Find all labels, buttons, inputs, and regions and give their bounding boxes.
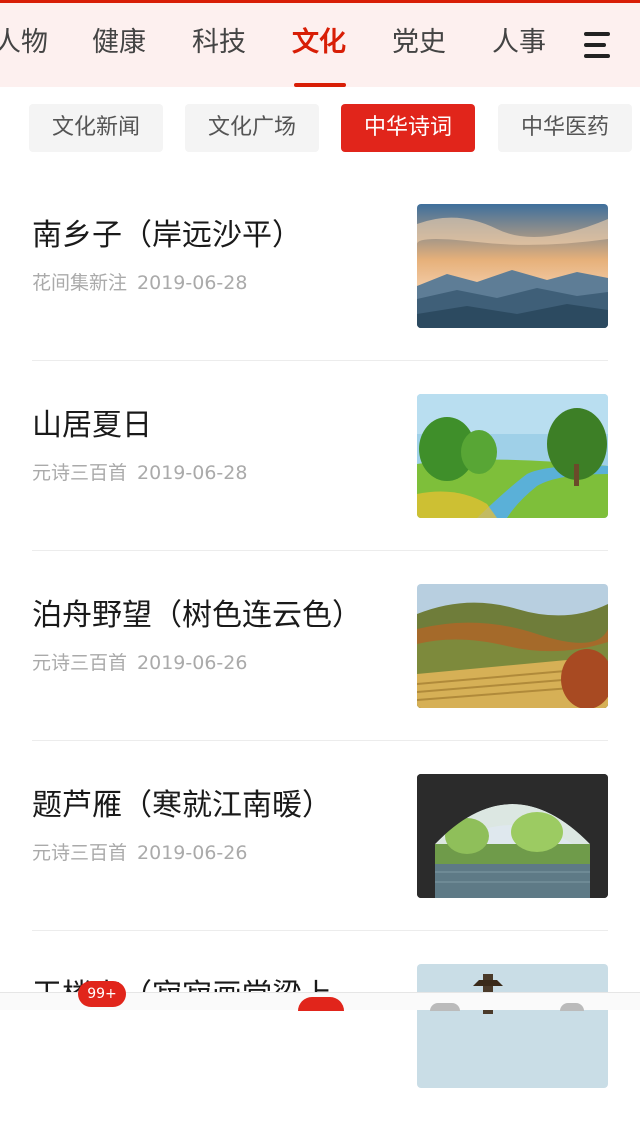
tab-party-history[interactable]: 党史: [392, 3, 446, 87]
article-thumbnail[interactable]: [417, 584, 608, 708]
divider: [32, 360, 608, 361]
article-source: 花间集新注: [32, 272, 128, 294]
article-date: 2019-06-28: [137, 272, 248, 294]
article-meta: 元诗三百首 2019-06-26: [32, 838, 247, 865]
article-meta: 元诗三百首 2019-06-28: [32, 458, 247, 485]
article-title[interactable]: 题芦雁（寒就江南暖）: [32, 780, 332, 824]
tab-personnel[interactable]: 人事: [492, 3, 546, 87]
article-meta: 花间集新注 2019-06-28: [32, 268, 247, 295]
tab-culture[interactable]: 文化: [292, 3, 346, 87]
divider: [32, 740, 608, 741]
subtab-chinese-medicine[interactable]: 中华医药: [498, 104, 632, 152]
article-title[interactable]: 泊舟野望（树色连云色）: [32, 590, 362, 634]
list-item[interactable]: 南乡子（岸远沙平） 花间集新注 2019-06-28: [32, 190, 608, 379]
article-thumbnail[interactable]: [417, 964, 608, 1088]
article-thumbnail[interactable]: [417, 204, 608, 328]
nav-icon[interactable]: [430, 1003, 460, 1011]
article-title[interactable]: 南乡子（岸远沙平）: [32, 210, 302, 254]
article-source: 元诗三百首: [32, 462, 128, 484]
divider: [32, 930, 608, 931]
article-date: 2019-06-26: [137, 842, 248, 864]
subtab-culture-square[interactable]: 文化广场: [185, 104, 319, 152]
tab-health[interactable]: 健康: [92, 3, 146, 87]
article-title[interactable]: 山居夏日: [32, 400, 152, 444]
article-source: 元诗三百首: [32, 652, 128, 674]
profile-icon[interactable]: [560, 1003, 584, 1011]
bottom-navigation-bar: 99+: [0, 981, 640, 1011]
list-item[interactable]: 山居夏日 元诗三百首 2019-06-28: [32, 380, 608, 569]
divider: [32, 550, 608, 551]
list-item[interactable]: 泊舟野望（树色连云色） 元诗三百首 2019-06-26: [32, 570, 608, 759]
article-date: 2019-06-26: [137, 652, 248, 674]
article-source: 元诗三百首: [32, 842, 128, 864]
active-tab-indicator: [294, 83, 346, 87]
article-date: 2019-06-28: [137, 462, 248, 484]
notification-badge: 99+: [78, 981, 126, 1007]
menu-icon[interactable]: [580, 27, 614, 63]
article-thumbnail[interactable]: [417, 774, 608, 898]
tab-tech[interactable]: 科技: [192, 3, 246, 87]
tab-people[interactable]: 人物: [0, 3, 48, 87]
subtab-culture-news[interactable]: 文化新闻: [29, 104, 163, 152]
category-tab-bar: 人物 健康 科技 文化 党史 人事: [0, 3, 640, 87]
article-thumbnail[interactable]: [417, 394, 608, 518]
list-item[interactable]: 玉楼春（寂寂画堂梁上: [32, 950, 608, 1139]
subcategory-tab-bar: 文化新闻 文化广场 中华诗词 中华医药: [0, 104, 640, 154]
article-meta: 元诗三百首 2019-06-26: [32, 648, 247, 675]
subtab-chinese-poetry[interactable]: 中华诗词: [341, 104, 475, 152]
list-item[interactable]: 题芦雁（寒就江南暖） 元诗三百首 2019-06-26: [32, 760, 608, 949]
